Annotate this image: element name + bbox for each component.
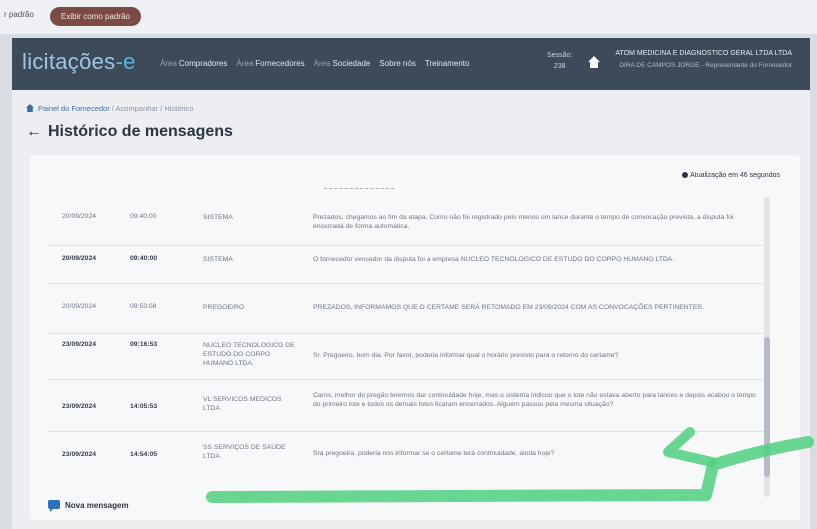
list-divider [324, 188, 394, 189]
breadcrumb-home-link[interactable]: Painel do Fornecedor [38, 104, 110, 113]
message-date: 23/09/2024 [62, 341, 97, 348]
message-author: VL SERVICOS MEDICOS LTDA [203, 396, 282, 412]
refresh-dot-icon [682, 172, 689, 178]
message-author: NUCLEO TECNOLOGICO DE ESTUDO DO CORPO HU… [203, 342, 295, 367]
message-time: 14:54:05 [130, 451, 158, 458]
message-text: Prezados, chegamos ao fim da etapa. Como… [313, 214, 734, 230]
message-text: O fornecedor vencedor da disputa foi a e… [313, 256, 675, 263]
breadcrumb: Painel do Fornecedor / Acompanhar / Hist… [26, 104, 194, 113]
message-row: 23/09/2024 09:16:53 NUCLEO TECNOLOGICO D… [48, 341, 768, 380]
message-row: 20/09/2024 09:40:00 SISTEMA Prezados, ch… [48, 213, 768, 246]
message-date: 23/09/2024 [62, 403, 97, 410]
breadcrumb-rest: / Acompanhar / Histórico [109, 104, 194, 113]
message-row: 20/09/2024 09:53:08 PREGOEIRO PREZADOS, … [48, 303, 768, 334]
message-row: 23/09/2024 14:54:05 SS SERVIÇOS DE SAÚDE… [48, 443, 768, 473]
browser-strip: r padrão Exibir como padrão [0, 0, 817, 34]
message-time: 14:05:53 [130, 403, 158, 410]
new-message-button[interactable]: Nova mensagem [48, 500, 129, 512]
message-date: 20/09/2024 [62, 303, 97, 310]
main-menu: Área Compradores Área Fornecedores Área Soc… [160, 59, 469, 68]
page-content: Painel do Fornecedor / Acompanhar / Hist… [12, 90, 810, 529]
message-text: Sr. Pregoeiro, bom dia. Por favor, poder… [313, 352, 619, 359]
message-date: 20/09/2024 [62, 255, 97, 262]
logo[interactable]: licitações-e [22, 49, 136, 75]
scrollbar-thumb[interactable] [764, 337, 770, 477]
auto-refresh-indicator: Atualização em 46 segundos [682, 172, 780, 179]
message-date: 23/09/2024 [62, 451, 97, 458]
message-author: SS SERVIÇOS DE SAÚDE LTDA [203, 444, 286, 460]
top-navbar: licitações-e Área Compradores Área Fornece… [12, 38, 810, 90]
menu-item-sobre-nos[interactable]: Sobre nós [379, 59, 415, 68]
message-time: 09:16:53 [130, 341, 158, 348]
menu-item-sociedade[interactable]: Área Sociedade [314, 59, 371, 68]
home-icon[interactable] [26, 104, 34, 112]
menu-item-compradores[interactable]: Área Compradores [160, 59, 227, 68]
message-text: Caros, melhor do pregão teremos dar cont… [313, 392, 756, 408]
show-default-button[interactable]: Exibir como padrão [50, 7, 141, 26]
message-time: 09:53:08 [130, 303, 157, 310]
messages-scrollbar[interactable] [764, 197, 770, 497]
org-info[interactable]: ATOM MEDICINA E DIAGNOSTICO GERAL LTDA L… [615, 48, 792, 72]
message-time: 09:40:00 [130, 213, 157, 220]
message-author: SISTEMA [203, 214, 233, 221]
message-text: PREZADOS, INFORMAMOS QUE O CERTAME SERÁ … [313, 304, 704, 311]
message-text: Sra pregoeira, poderia nos informar se o… [313, 450, 555, 457]
back-arrow-icon[interactable]: ← [26, 123, 42, 140]
messages-panel: Atualização em 46 segundos 20/09/2024 09… [30, 155, 800, 520]
session-info: Sessão: 238 [547, 52, 573, 70]
message-author: PREGOEIRO [203, 304, 245, 311]
chat-icon [48, 500, 60, 512]
message-author: SISTEMA [203, 256, 233, 263]
message-date: 20/09/2024 [62, 213, 97, 220]
org-name: ATOM MEDICINA E DIAGNOSTICO GERAL LTDA L… [615, 50, 792, 57]
menu-item-treinamento[interactable]: Treinamento [425, 59, 470, 68]
message-row: 23/09/2024 14:05:53 VL SERVICOS MEDICOS … [48, 391, 768, 432]
org-representative: DIRA DE CAMPOS JORGE - Representante do … [619, 62, 792, 69]
default-label: r padrão [4, 10, 34, 19]
menu-item-fornecedores[interactable]: Área Fornecedores [236, 59, 304, 68]
message-time: 09:40:00 [130, 255, 158, 262]
page-title: ← Histórico de mensagens [26, 123, 233, 140]
message-row: 20/09/2024 09:40:00 SISTEMA O fornecedor… [48, 255, 768, 284]
home-icon[interactable] [587, 56, 601, 70]
